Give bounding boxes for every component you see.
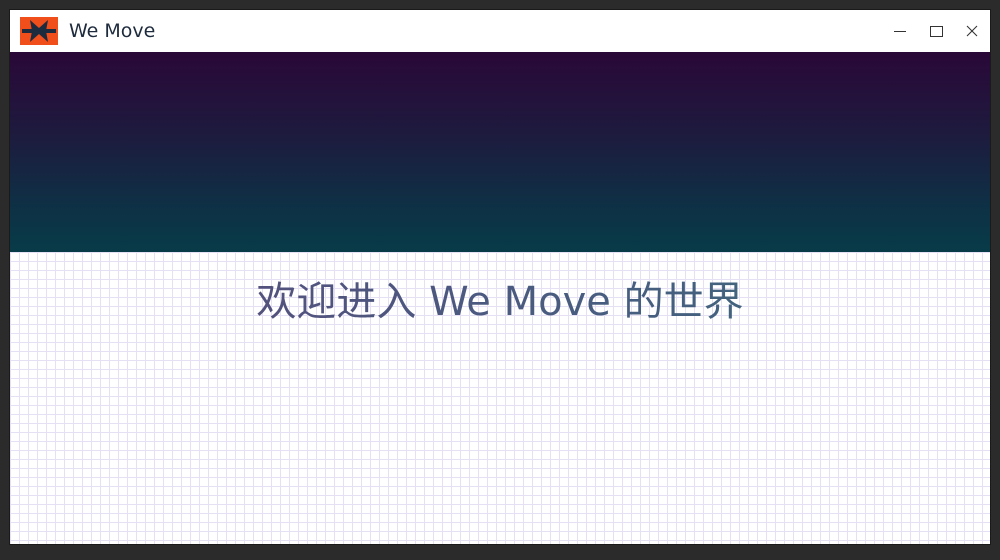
- app-logo-icon: [20, 17, 58, 45]
- close-button[interactable]: [954, 10, 990, 52]
- minimize-icon: [894, 31, 906, 32]
- close-icon: [966, 25, 978, 37]
- maximize-button[interactable]: [918, 10, 954, 52]
- app-window: We Move 欢迎进入 We Move 的世界: [10, 10, 990, 544]
- welcome-heading: 欢迎进入 We Move 的世界: [10, 276, 990, 328]
- maximize-icon: [930, 26, 943, 37]
- minimize-button[interactable]: [882, 10, 918, 52]
- title-bar[interactable]: We Move: [10, 10, 990, 52]
- window-title: We Move: [69, 20, 156, 42]
- hero-banner: [10, 52, 990, 252]
- main-content: 欢迎进入 We Move 的世界: [10, 252, 990, 544]
